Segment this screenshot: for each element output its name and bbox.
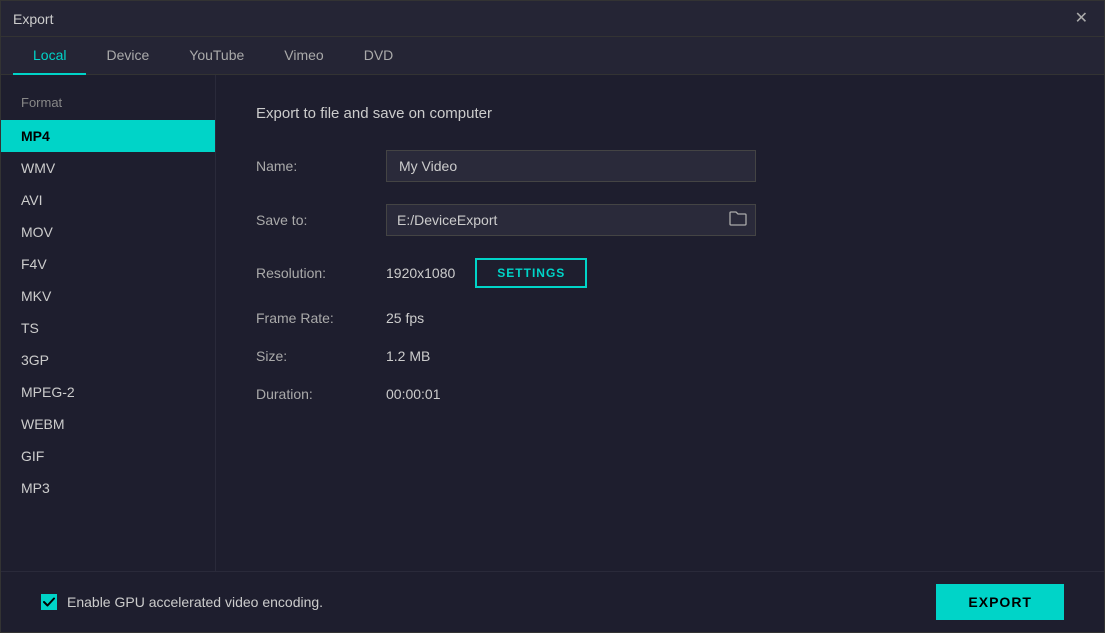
size-value: 1.2 MB [386, 348, 430, 364]
tab-dvd[interactable]: DVD [344, 37, 414, 75]
tab-vimeo[interactable]: Vimeo [264, 37, 343, 75]
size-label: Size: [256, 348, 386, 364]
export-window: Export ✕ Local Device YouTube Vimeo DVD … [0, 0, 1105, 633]
settings-button[interactable]: SETTINGS [475, 258, 587, 288]
resolution-label: Resolution: [256, 265, 386, 281]
resolution-value-wrap: 1920x1080 SETTINGS [386, 258, 587, 288]
sidebar-item-mov[interactable]: MOV [1, 216, 215, 248]
footer: Enable GPU accelerated video encoding. E… [1, 571, 1104, 632]
duration-value: 00:00:01 [386, 386, 441, 402]
sidebar-item-ts[interactable]: TS [1, 312, 215, 344]
gpu-checkbox-wrap: Enable GPU accelerated video encoding. [41, 594, 323, 610]
sidebar-item-mkv[interactable]: MKV [1, 280, 215, 312]
tab-youtube[interactable]: YouTube [169, 37, 264, 75]
name-row: Name: [256, 150, 1064, 182]
close-button[interactable]: ✕ [1071, 9, 1092, 29]
gpu-checkbox[interactable] [41, 594, 57, 610]
sidebar-item-mp3[interactable]: MP3 [1, 472, 215, 504]
format-label: Format [1, 95, 215, 120]
sidebar-item-wmv[interactable]: WMV [1, 152, 215, 184]
name-input[interactable] [386, 150, 756, 182]
tab-bar: Local Device YouTube Vimeo DVD [1, 37, 1104, 75]
sidebar-item-mpeg2[interactable]: MPEG-2 [1, 376, 215, 408]
main-panel: Export to file and save on computer Name… [216, 75, 1104, 571]
window-title: Export [13, 11, 53, 27]
title-bar: Export ✕ [1, 1, 1104, 37]
duration-label: Duration: [256, 386, 386, 402]
sidebar-item-3gp[interactable]: 3GP [1, 344, 215, 376]
sidebar-item-avi[interactable]: AVI [1, 184, 215, 216]
section-title: Export to file and save on computer [256, 105, 1064, 122]
save-to-row: Save to: [256, 204, 1064, 236]
size-row: Size: 1.2 MB [256, 348, 1064, 364]
export-button[interactable]: EXPORT [936, 584, 1064, 620]
sidebar-item-mp4[interactable]: MP4 [1, 120, 215, 152]
name-label: Name: [256, 158, 386, 174]
sidebar-item-gif[interactable]: GIF [1, 440, 215, 472]
duration-row: Duration: 00:00:01 [256, 386, 1064, 402]
sidebar-item-f4v[interactable]: F4V [1, 248, 215, 280]
content-area: Format MP4 WMV AVI MOV F4V MKV TS 3GP MP… [1, 75, 1104, 571]
save-to-input[interactable] [387, 205, 721, 235]
tab-device[interactable]: Device [86, 37, 169, 75]
folder-browse-button[interactable] [721, 206, 755, 235]
frame-rate-value: 25 fps [386, 310, 424, 326]
save-to-label: Save to: [256, 212, 386, 228]
format-sidebar: Format MP4 WMV AVI MOV F4V MKV TS 3GP MP… [1, 75, 216, 571]
resolution-value: 1920x1080 [386, 265, 455, 281]
frame-rate-row: Frame Rate: 25 fps [256, 310, 1064, 326]
sidebar-item-webm[interactable]: WEBM [1, 408, 215, 440]
frame-rate-label: Frame Rate: [256, 310, 386, 326]
resolution-row: Resolution: 1920x1080 SETTINGS [256, 258, 1064, 288]
path-input-wrap [386, 204, 756, 236]
gpu-label: Enable GPU accelerated video encoding. [67, 594, 323, 610]
tab-local[interactable]: Local [13, 37, 86, 75]
